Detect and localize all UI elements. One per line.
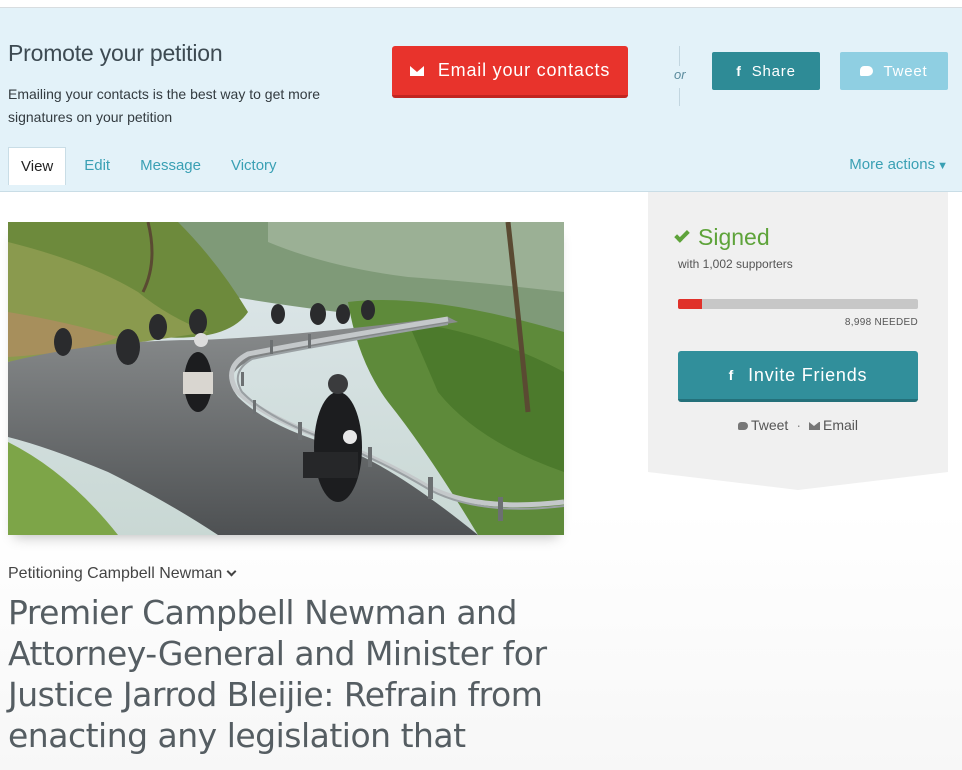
tab-victory[interactable]: Victory [219, 147, 289, 184]
petition-headline: Premier Campbell Newman and Attorney-Gen… [8, 593, 547, 755]
petitioning-target[interactable]: Petitioning Campbell Newman [8, 565, 237, 583]
tab-edit[interactable]: Edit [72, 147, 122, 184]
tweet-button[interactable]: Tweet [840, 52, 948, 90]
facebook-icon: f [728, 367, 735, 383]
email-link-label: Email [823, 417, 859, 433]
email-contacts-label: Email your contacts [437, 60, 611, 80]
more-actions-label: More actions [849, 156, 936, 173]
share-label: Share [751, 62, 796, 80]
signature-progress-bar [678, 299, 918, 309]
petition-content: Petitioning Campbell Newman Premier Camp… [0, 192, 962, 770]
supporter-count: with 1,002 supporters [678, 257, 793, 271]
facebook-icon: f [736, 63, 742, 79]
tweet-link[interactable]: Tweet [737, 417, 789, 433]
more-actions-menu[interactable]: More actions ▼ [849, 156, 948, 173]
panel-pointer [648, 472, 948, 490]
petitioning-label: Petitioning Campbell Newman [8, 565, 223, 582]
motorcycle-group-photo [8, 222, 564, 535]
divider [679, 88, 680, 106]
invite-friends-label: Invite Friends [748, 364, 868, 385]
email-contacts-button[interactable]: Email your contacts [392, 46, 628, 98]
top-border [0, 0, 962, 8]
promo-description: Emailing your contacts is the best way t… [8, 86, 321, 125]
signed-status: Signed [674, 224, 770, 251]
tweet-label: Tweet [883, 62, 928, 80]
separator: · [796, 417, 801, 433]
facebook-share-button[interactable]: f Share [712, 52, 820, 90]
petition-tabs: View Edit Message Victory [8, 147, 295, 192]
divider [679, 46, 680, 66]
promo-title: Promote your petition [8, 40, 223, 66]
signatures-needed: 8,998 NEEDED [844, 317, 918, 328]
caret-down-icon: ▼ [937, 160, 948, 172]
signature-panel: Signed with 1,002 supporters 8,998 NEEDE… [648, 192, 948, 472]
petition-photo [8, 222, 564, 535]
twitter-icon [860, 66, 874, 76]
tweet-link-label: Tweet [750, 417, 789, 433]
email-link[interactable]: Email [809, 417, 858, 433]
progress-fill [678, 299, 702, 309]
checkmark-icon [674, 226, 690, 243]
invite-friends-button[interactable]: f Invite Friends [678, 351, 918, 402]
or-label: or [674, 67, 686, 82]
envelope-icon [809, 422, 820, 430]
envelope-icon [409, 65, 424, 76]
chevron-down-icon [226, 566, 237, 577]
signed-label: Signed [698, 224, 770, 250]
tab-message[interactable]: Message [128, 147, 213, 184]
tab-view[interactable]: View [8, 147, 67, 185]
twitter-icon [737, 422, 748, 430]
share-links: Tweet · Email [648, 417, 948, 433]
